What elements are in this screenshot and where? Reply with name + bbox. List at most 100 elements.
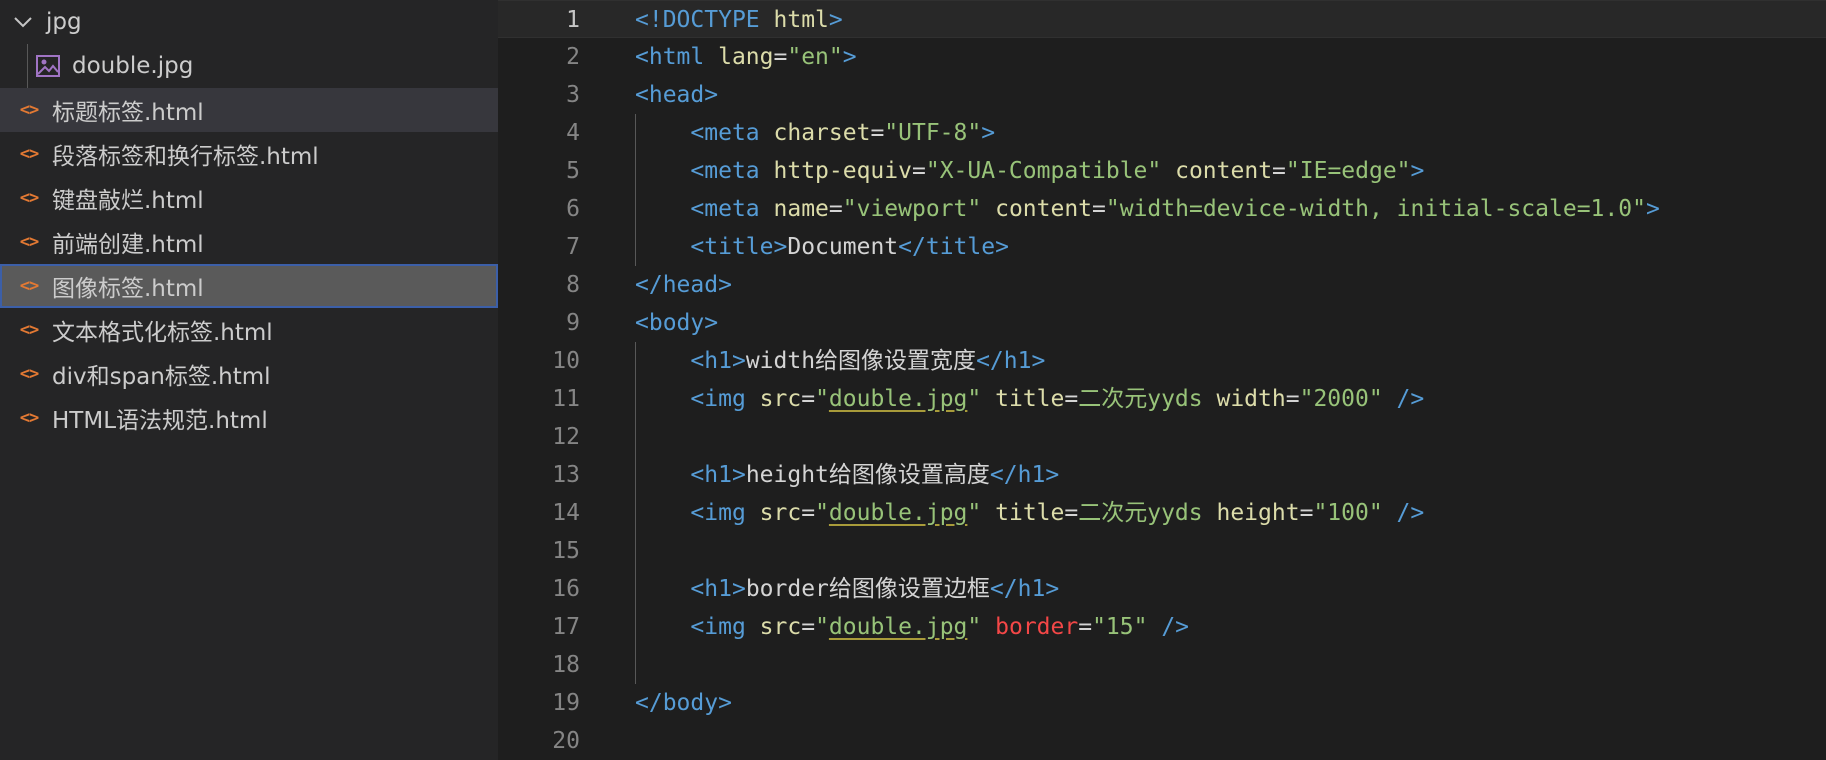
code-line[interactable]: 16 <h1>border给图像设置边框</h1> xyxy=(498,570,1826,608)
line-code: <h1>border给图像设置边框</h1> xyxy=(635,570,1059,608)
code-token: /> xyxy=(1161,614,1190,640)
code-token: = xyxy=(828,196,843,222)
code-line[interactable]: 3 <head> xyxy=(498,76,1826,114)
file-item[interactable]: <> 键盘敲烂.html xyxy=(0,176,498,220)
image-file-icon xyxy=(36,55,60,77)
code-token: "UTF-8" xyxy=(884,120,982,146)
line-code: <title>Document</title> xyxy=(635,228,1009,266)
code-token: </ xyxy=(989,462,1018,488)
file-item[interactable]: <> div和span标签.html xyxy=(0,352,498,396)
code-line[interactable]: 17 <img src="double.jpg" border="15" /> xyxy=(498,608,1826,646)
file-item[interactable]: <> 文本格式化标签.html xyxy=(0,308,498,352)
file-item[interactable]: <> 段落标签和换行标签.html xyxy=(0,132,498,176)
code-token: src xyxy=(759,614,802,640)
code-token: Document xyxy=(787,234,899,260)
code-token: h1 xyxy=(704,348,732,374)
code-token: < xyxy=(635,82,649,108)
line-number: 16 xyxy=(552,576,580,602)
code-line[interactable]: 4 <meta charset="UTF-8"> xyxy=(498,114,1826,152)
code-token: http-equiv xyxy=(773,158,912,184)
code-line[interactable]: 15 xyxy=(498,532,1826,570)
code-token: < xyxy=(690,234,705,260)
file-label: 标题标签.html xyxy=(52,100,204,126)
code-token: head xyxy=(648,82,705,108)
code-token: title xyxy=(704,234,774,260)
code-line[interactable]: 11 <img src="double.jpg" title=二次元yyds w… xyxy=(498,380,1826,418)
folder-jpg[interactable]: jpg xyxy=(0,0,498,44)
code-line[interactable]: 14 <img src="double.jpg" title=二次元yyds h… xyxy=(498,494,1826,532)
code-token: h1 xyxy=(704,462,732,488)
code-line[interactable]: 7 <title>Document</title> xyxy=(498,228,1826,266)
file-item[interactable]: <> 图像标签.html xyxy=(0,264,498,308)
line-code: </head> xyxy=(635,266,732,304)
code-token: </ xyxy=(898,234,926,260)
code-token: < xyxy=(635,310,649,336)
code-token: 二次元yyds xyxy=(1078,386,1203,412)
code-token: "viewport" xyxy=(842,196,982,222)
code-token: > xyxy=(718,690,732,716)
code-token: "width=device-width, initial-scale=1.0" xyxy=(1105,196,1646,222)
code-line[interactable]: 2 <html lang="en"> xyxy=(498,38,1826,76)
code-token: html xyxy=(773,7,829,33)
line-code: <img src="double.jpg" title=二次元yyds heig… xyxy=(635,494,1424,532)
code-token: </ xyxy=(976,348,1004,374)
code-line[interactable]: 5 <meta http-equiv="X-UA-Compatible" con… xyxy=(498,152,1826,190)
code-line[interactable]: 19 </body> xyxy=(498,684,1826,722)
code-line[interactable]: 18 xyxy=(498,646,1826,684)
code-token: height给图像设置高度 xyxy=(745,462,990,488)
code-token: > xyxy=(731,348,746,374)
code-token: /> xyxy=(1396,500,1425,526)
code-line[interactable]: 20 xyxy=(498,722,1826,760)
code-token: = xyxy=(801,386,816,412)
code-line[interactable]: 10 <h1>width给图像设置宽度</h1> xyxy=(498,342,1826,380)
code-token: h1 xyxy=(1003,348,1032,374)
code-token: = xyxy=(801,614,816,640)
code-line[interactable]: 6 <meta name="viewport" content="width=d… xyxy=(498,190,1826,228)
code-line[interactable]: 1 <!DOCTYPE html> xyxy=(498,0,1826,38)
code-token: lang xyxy=(718,44,774,70)
code-token: < xyxy=(690,500,705,526)
code-token: h1 xyxy=(704,576,732,602)
line-code: <body> xyxy=(635,304,718,342)
code-token: > xyxy=(718,272,732,298)
html-file-icon: <> xyxy=(19,408,39,428)
code-token: > xyxy=(981,120,996,146)
code-line[interactable]: 12 xyxy=(498,418,1826,456)
code-token: name xyxy=(773,196,829,222)
code-token: > xyxy=(842,44,857,70)
code-token: > xyxy=(1045,576,1060,602)
code-token: < xyxy=(690,576,705,602)
code-token: DOCTYPE xyxy=(662,7,760,33)
code-token: > xyxy=(1031,348,1046,374)
line-code: <img src="double.jpg" border="15" /> xyxy=(635,608,1189,646)
file-item[interactable]: <> 前端创建.html xyxy=(0,220,498,264)
code-editor[interactable]: 1 <!DOCTYPE html> 2 <html lang="en"> 3 <head>… xyxy=(498,0,1826,760)
code-line[interactable]: 9 <body> xyxy=(498,304,1826,342)
line-code: <img src="double.jpg" title=二次元yyds widt… xyxy=(635,380,1424,418)
file-label: HTML语法规范.html xyxy=(52,408,268,434)
code-line[interactable]: 13 <h1>height给图像设置高度</h1> xyxy=(498,456,1826,494)
code-token: = xyxy=(911,158,926,184)
file-double-jpg[interactable]: double.jpg xyxy=(0,44,498,88)
file-item[interactable]: <> HTML语法规范.html xyxy=(0,396,498,440)
code-line[interactable]: 8 </head> xyxy=(498,266,1826,304)
code-token: > xyxy=(704,82,719,108)
code-token: = xyxy=(1092,196,1106,222)
code-token: </ xyxy=(635,690,663,716)
code-token: height xyxy=(1216,500,1300,526)
code-token: < xyxy=(690,462,705,488)
code-token: < xyxy=(690,348,705,374)
code-token: html xyxy=(648,44,705,70)
file-item[interactable]: <> 标题标签.html xyxy=(0,88,498,132)
